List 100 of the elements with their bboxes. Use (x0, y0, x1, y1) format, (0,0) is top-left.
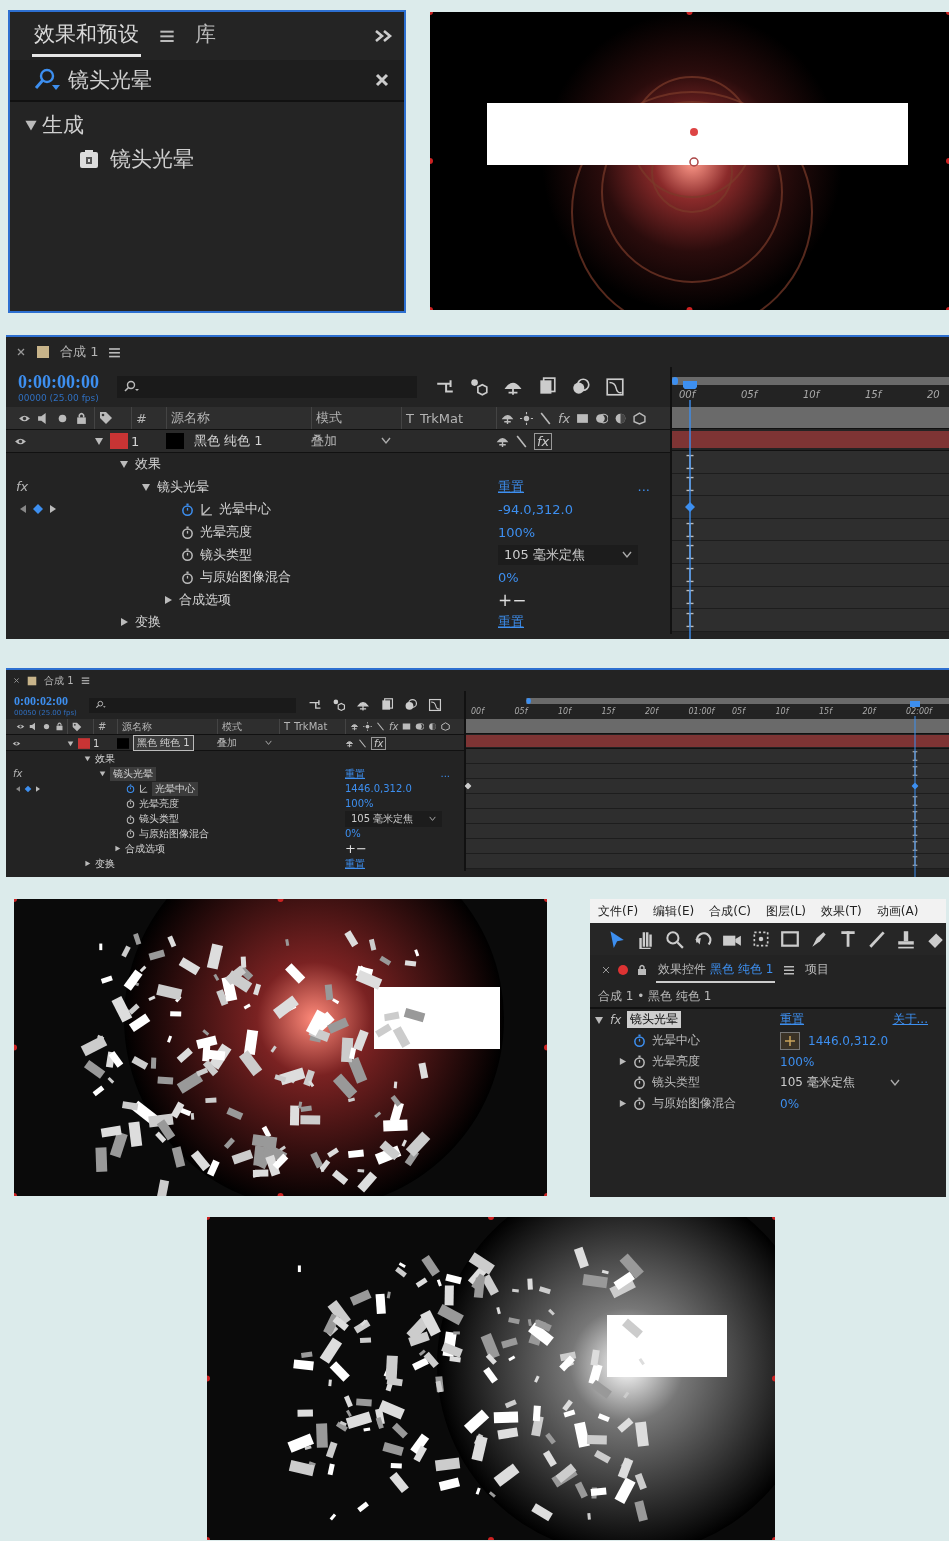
panel-tab[interactable]: 效果控件 黑色 纯色 1 (656, 957, 776, 983)
about-link[interactable]: 关于... (892, 1011, 928, 1028)
time-navigator-bar[interactable] (466, 719, 949, 734)
reset-link[interactable]: 重置 (345, 766, 365, 781)
property-label[interactable]: 变换 (135, 613, 161, 632)
twirl-triangle-icon[interactable] (618, 1057, 627, 1066)
twirl-triangle-icon[interactable] (618, 1099, 627, 1108)
property-label[interactable]: 光晕亮度 (200, 523, 252, 542)
twirl-triangle-icon[interactable] (84, 755, 91, 762)
reset-link[interactable]: 重置 (498, 613, 524, 632)
column-header[interactable]: 模式 (222, 719, 242, 734)
property-label[interactable]: 镜头光晕 (157, 477, 209, 496)
menu-item[interactable]: 动画(A) (876, 902, 919, 920)
pan-behind-tool-icon[interactable] (751, 929, 771, 949)
close-icon[interactable] (16, 347, 26, 357)
eye-icon[interactable] (16, 722, 25, 731)
frame-blend-switch-icon[interactable] (576, 411, 590, 425)
property-value[interactable]: -94.0,312.0 (498, 502, 573, 517)
lens-type-dropdown[interactable]: 105 毫米定焦 (780, 1074, 900, 1091)
column-header[interactable]: T (284, 721, 291, 732)
menu-item[interactable]: 文件(F) (598, 902, 639, 920)
property-label[interactable]: 合成选项 (125, 841, 165, 856)
close-icon[interactable] (602, 966, 610, 974)
3d-layer-icon[interactable] (441, 722, 451, 731)
reset-link[interactable]: 重置 (345, 856, 365, 871)
property-label[interactable]: 合成选项 (179, 590, 231, 609)
twirl-triangle-icon[interactable] (84, 860, 91, 867)
property-label[interactable]: 光晕中心 (219, 500, 271, 519)
rectangle-tool-icon[interactable] (780, 929, 800, 949)
twirl-triangle-icon[interactable] (94, 436, 104, 446)
adjustment-layer-icon[interactable] (428, 722, 438, 731)
shy-switch-icon[interactable] (345, 738, 354, 748)
blend-mode-dropdown[interactable]: 叠加 (217, 736, 276, 750)
column-header[interactable]: # (98, 721, 107, 732)
clone-stamp-tool-icon[interactable] (896, 929, 916, 949)
more-options[interactable]: ... (440, 768, 450, 779)
property-value[interactable]: 1446.0,312.0 (345, 783, 412, 794)
property-label[interactable]: 光晕中心 (152, 781, 198, 796)
twirl-triangle-icon[interactable] (163, 594, 173, 605)
layer-color-label[interactable] (78, 737, 90, 749)
graph-editor-icon[interactable] (605, 377, 625, 397)
twirl-triangle-icon[interactable] (99, 770, 106, 777)
twirl-triangle-icon[interactable] (594, 1014, 604, 1025)
lock-icon[interactable] (55, 722, 64, 731)
layer-color-label[interactable] (110, 433, 128, 449)
twirl-triangle-icon[interactable] (114, 845, 121, 852)
collapse-switch-icon[interactable] (520, 411, 533, 425)
property-value[interactable]: 1446.0,312.0 (808, 1033, 889, 1048)
column-header[interactable]: T (406, 410, 414, 426)
zoom-tool-icon[interactable] (664, 929, 684, 949)
composition-tab[interactable]: 合成 1 (44, 673, 74, 688)
twirl-triangle-icon[interactable] (24, 118, 38, 132)
property-value[interactable]: 0% (780, 1096, 800, 1111)
property-value[interactable]: 100% (498, 524, 536, 540)
lock-icon[interactable] (636, 964, 648, 976)
stopwatch-icon[interactable] (633, 1034, 646, 1047)
keyframe-icon[interactable] (464, 782, 472, 790)
flowchart-icon[interactable] (307, 698, 322, 712)
stopwatch-icon[interactable] (126, 784, 135, 793)
column-header[interactable]: TrkMat (294, 721, 328, 732)
column-header[interactable]: 源名称 (171, 409, 210, 427)
property-label[interactable]: 镜头类型 (139, 812, 179, 826)
property-label[interactable]: 与原始图像混合 (200, 568, 291, 587)
menu-item[interactable]: 图层(L) (765, 902, 807, 920)
speaker-icon[interactable] (29, 722, 38, 731)
panel-tab[interactable]: 项目 (803, 957, 832, 983)
category-label[interactable]: 生成 (42, 111, 84, 139)
collapse-switch-icon[interactable] (363, 722, 372, 731)
column-header[interactable]: TrkMat (419, 410, 464, 426)
effect-switch[interactable]: fx (534, 432, 553, 450)
3d-layer-icon[interactable] (633, 411, 647, 425)
more-options[interactable]: ... (637, 479, 650, 495)
property-label[interactable]: 效果 (135, 455, 161, 474)
quality-switch-icon[interactable] (515, 434, 528, 448)
menu-item[interactable]: 合成(C) (709, 902, 751, 920)
property-value[interactable]: 100% (780, 1054, 815, 1069)
panel-menu-icon[interactable] (159, 28, 175, 44)
draft-3d-icon[interactable] (331, 698, 346, 712)
clear-icon[interactable] (374, 72, 390, 88)
panel-menu-icon[interactable] (80, 676, 90, 685)
stopwatch-icon[interactable] (126, 799, 135, 808)
search-field[interactable] (88, 697, 296, 713)
property-label[interactable]: 变换 (95, 856, 115, 871)
lock-icon[interactable] (75, 411, 88, 425)
property-label[interactable]: 镜头类型 (200, 545, 252, 564)
menu-item[interactable]: 效果(T) (821, 902, 862, 920)
effect-switch[interactable]: fx (371, 736, 387, 750)
close-icon[interactable] (13, 677, 20, 684)
panel-tab[interactable]: 效果和预设 (32, 15, 141, 57)
stopwatch-icon[interactable] (181, 525, 194, 539)
type-tool-icon[interactable] (838, 929, 858, 949)
twirl-triangle-icon[interactable] (141, 481, 151, 492)
stopwatch-icon[interactable] (181, 570, 194, 584)
lens-type-dropdown[interactable]: 105 毫米定焦 (498, 544, 638, 565)
property-label[interactable]: 光晕中心 (652, 1032, 700, 1049)
property-label[interactable]: 与原始图像混合 (652, 1095, 736, 1112)
motion-blur-icon[interactable] (403, 698, 418, 712)
twirl-triangle-icon[interactable] (67, 739, 74, 747)
solo-icon[interactable] (42, 722, 51, 731)
draft-3d-icon[interactable] (469, 377, 489, 397)
